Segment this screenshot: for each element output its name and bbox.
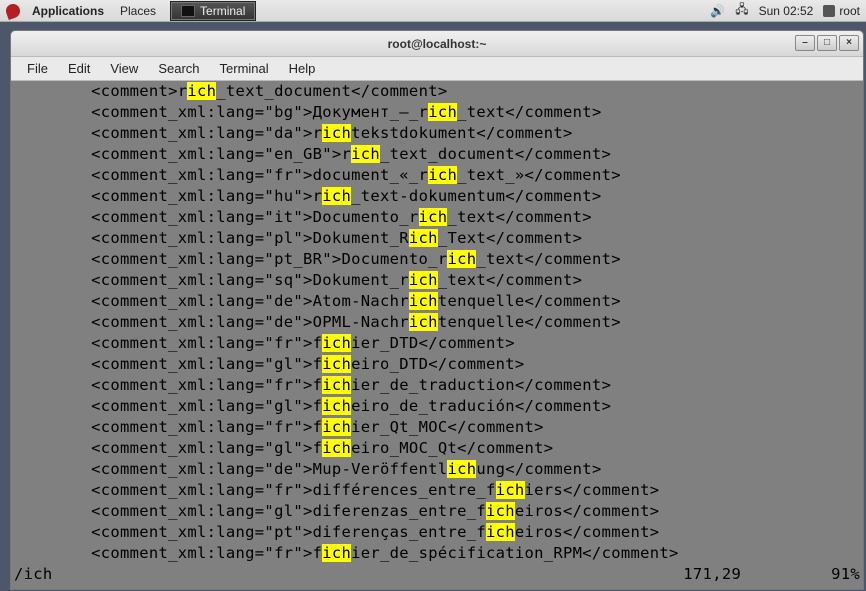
search-highlight: ich	[322, 439, 351, 457]
search-pattern: /ich	[14, 564, 53, 585]
terminal-line: <comment_xml:lang="pt">diferenças_entre_…	[14, 522, 860, 543]
terminal-line: <comment_xml:lang="hu">rich_text-dokumen…	[14, 186, 860, 207]
distro-logo-icon	[4, 2, 22, 20]
terminal-line: <comment_xml:lang="de">Atom-Nachrichtenq…	[14, 291, 860, 312]
menu-view[interactable]: View	[100, 61, 148, 76]
terminal-line: <comment_xml:lang="fr">fichier_de_spécif…	[14, 543, 860, 564]
scroll-percent: 91%	[831, 564, 860, 585]
terminal-window: root@localhost:~ – □ × File Edit View Se…	[10, 30, 864, 590]
menu-file[interactable]: File	[17, 61, 58, 76]
search-highlight: ich	[409, 271, 438, 289]
window-minimize-button[interactable]: –	[795, 35, 815, 51]
network-icon[interactable]	[735, 0, 748, 21]
search-highlight: ich	[486, 502, 515, 520]
taskbar-terminal-label: Terminal	[200, 4, 245, 18]
terminal-line: <comment_xml:lang="fr">fichier_de_traduc…	[14, 375, 860, 396]
user-label: root	[839, 4, 860, 18]
volume-icon[interactable]	[710, 4, 725, 18]
search-highlight: ich	[322, 376, 351, 394]
search-highlight: ich	[322, 124, 351, 142]
terminal-line: <comment_xml:lang="da">richtekstdokument…	[14, 123, 860, 144]
applications-menu[interactable]: Applications	[24, 4, 112, 18]
search-highlight: ich	[486, 523, 515, 541]
search-highlight: ich	[496, 481, 525, 499]
terminal-line: <comment_xml:lang="pt_BR">Documento_rich…	[14, 249, 860, 270]
search-highlight: ich	[428, 166, 457, 184]
terminal-line: <comment_xml:lang="de">OPML-Nachrichtenq…	[14, 312, 860, 333]
menubar: File Edit View Search Terminal Help	[11, 57, 863, 81]
search-highlight: ich	[409, 292, 438, 310]
search-highlight: ich	[322, 334, 351, 352]
terminal-line: <comment_xml:lang="it">Documento_rich_te…	[14, 207, 860, 228]
menu-edit[interactable]: Edit	[58, 61, 100, 76]
terminal-line: <comment_xml:lang="fr">fichier_Qt_MOC</c…	[14, 417, 860, 438]
search-highlight: ich	[409, 313, 438, 331]
cursor-position: 171,29	[683, 564, 741, 585]
search-highlight: ich	[322, 418, 351, 436]
system-tray: Sun 02:52 root	[710, 0, 860, 21]
terminal-viewport[interactable]: <comment>rich_text_document</comment> <c…	[11, 81, 863, 589]
search-highlight: ich	[187, 82, 216, 100]
vim-status-line: /ich 171,29 91%	[14, 564, 860, 585]
window-titlebar[interactable]: root@localhost:~ – □ ×	[11, 31, 863, 57]
window-maximize-button[interactable]: □	[817, 35, 837, 51]
menu-help[interactable]: Help	[279, 61, 326, 76]
search-highlight: ich	[322, 397, 351, 415]
window-close-button[interactable]: ×	[839, 35, 859, 51]
places-menu[interactable]: Places	[112, 4, 164, 18]
menu-search[interactable]: Search	[148, 61, 209, 76]
terminal-line: <comment_xml:lang="sq">Dokument_rich_tex…	[14, 270, 860, 291]
search-highlight: ich	[447, 250, 476, 268]
search-highlight: ich	[322, 187, 351, 205]
terminal-icon	[181, 5, 195, 17]
terminal-line: <comment_xml:lang="fr">fichier_DTD</comm…	[14, 333, 860, 354]
terminal-line: <comment_xml:lang="fr">différences_entre…	[14, 480, 860, 501]
terminal-line: <comment_xml:lang="bg">Документ_—_rich_t…	[14, 102, 860, 123]
menu-terminal[interactable]: Terminal	[210, 61, 279, 76]
terminal-line: <comment_xml:lang="de">Mup-Veröffentlich…	[14, 459, 860, 480]
search-highlight: ich	[322, 544, 351, 562]
terminal-line: <comment_xml:lang="en_GB">rich_text_docu…	[14, 144, 860, 165]
search-highlight: ich	[322, 355, 351, 373]
desktop-top-panel: Applications Places Terminal Sun 02:52 r…	[0, 0, 866, 22]
terminal-line: <comment_xml:lang="gl">ficheiro_DTD</com…	[14, 354, 860, 375]
terminal-line: <comment_xml:lang="gl">diferenzas_entre_…	[14, 501, 860, 522]
search-highlight: ich	[428, 103, 457, 121]
terminal-line: <comment_xml:lang="pl">Dokument_Rich_Tex…	[14, 228, 860, 249]
window-title: root@localhost:~	[388, 37, 487, 51]
user-menu[interactable]: root	[823, 4, 860, 18]
terminal-line: <comment_xml:lang="fr">document_«_rich_t…	[14, 165, 860, 186]
search-highlight: ich	[419, 208, 448, 226]
clock[interactable]: Sun 02:52	[759, 4, 814, 18]
search-highlight: ich	[447, 460, 476, 478]
terminal-line: <comment_xml:lang="gl">ficheiro_de_tradu…	[14, 396, 860, 417]
taskbar-terminal[interactable]: Terminal	[170, 1, 256, 21]
terminal-line: <comment_xml:lang="gl">ficheiro_MOC_Qt</…	[14, 438, 860, 459]
search-highlight: ich	[351, 145, 380, 163]
terminal-line: <comment>rich_text_document</comment>	[14, 81, 860, 102]
user-icon	[823, 5, 835, 17]
search-highlight: ich	[409, 229, 438, 247]
